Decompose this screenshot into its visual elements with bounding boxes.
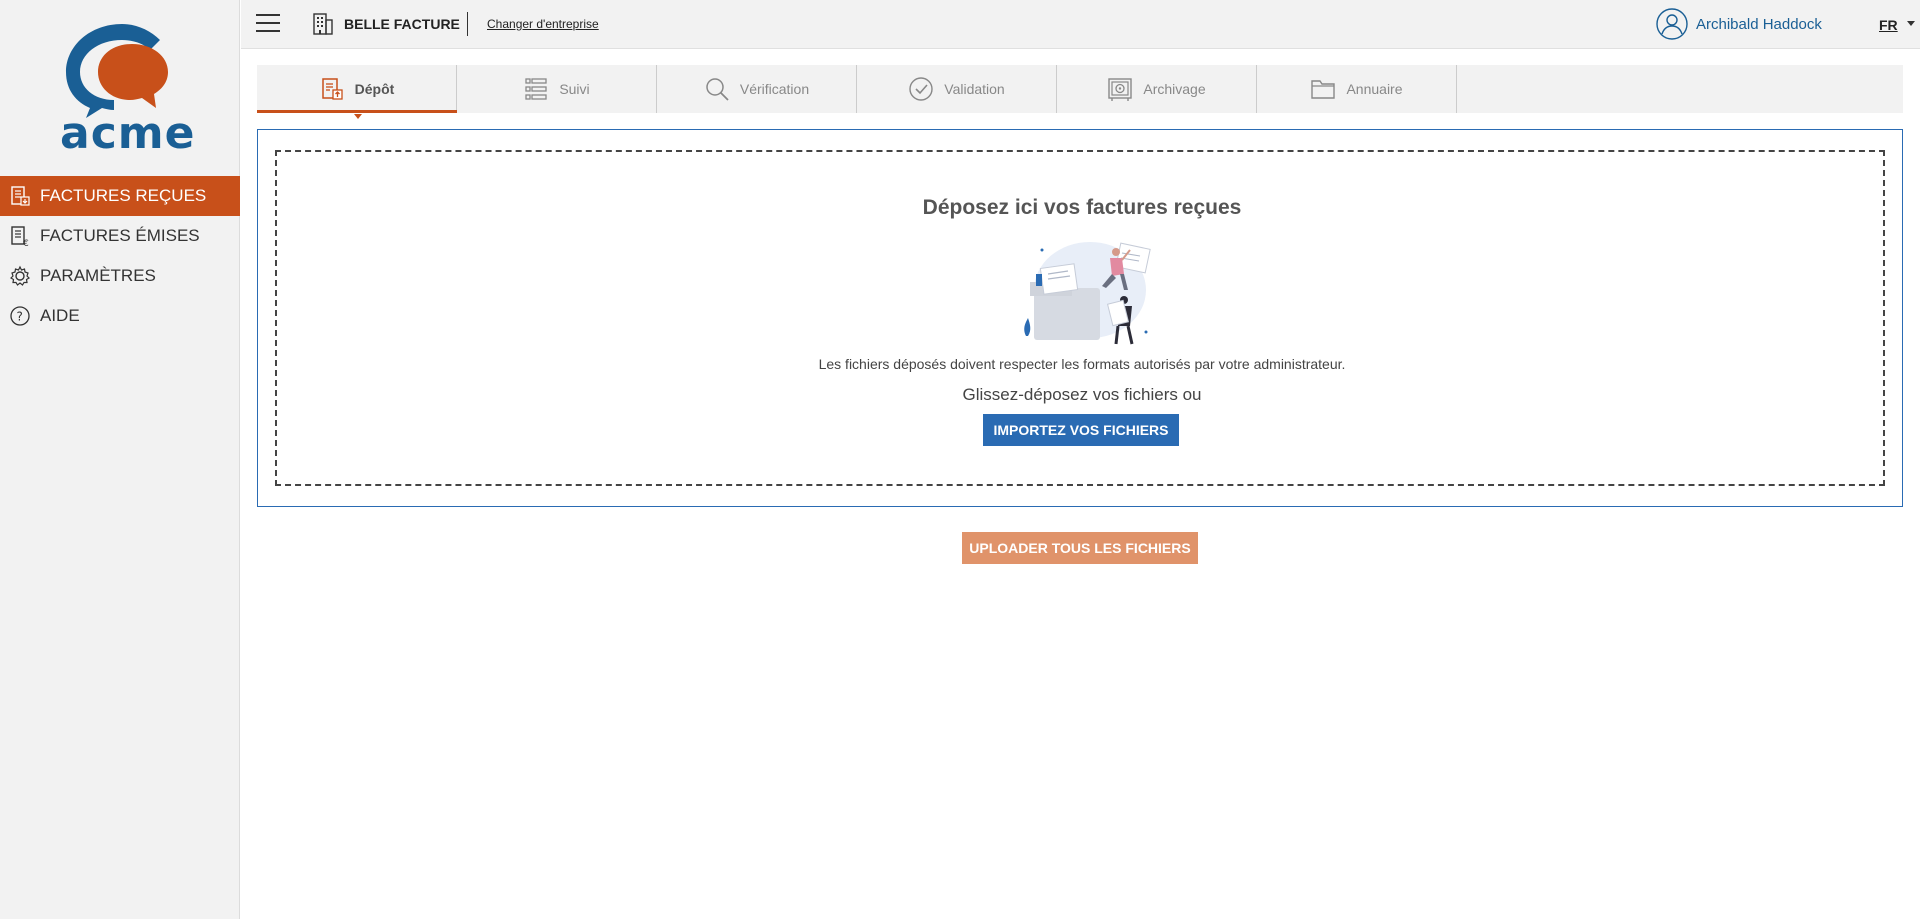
tab-label: Vérification — [739, 81, 810, 97]
tab-label: Archivage — [1143, 81, 1206, 97]
tab-label: Validation — [944, 81, 1005, 97]
sidebar-item-label: FACTURES REÇUES — [40, 186, 207, 205]
folder-icon — [1310, 76, 1336, 102]
tab-archivage[interactable]: Archivage — [1057, 65, 1257, 113]
sidebar-nav: FACTURES REÇUES € FACTURES ÉMISES PARAMÈ… — [0, 176, 240, 336]
logo-text: acme — [60, 108, 196, 159]
sidebar-item-label: AIDE — [40, 306, 80, 325]
sidebar: acme FACTURES REÇUES € FACTURES ÉMISES P… — [0, 0, 240, 919]
language-selector[interactable]: FR — [1879, 17, 1898, 33]
upload-all-files-button[interactable]: UPLOADER TOUS LES FICHIERS — [962, 532, 1198, 564]
sidebar-item-aide[interactable]: ? AIDE — [0, 296, 240, 336]
tab-annuaire[interactable]: Annuaire — [1257, 65, 1457, 113]
tab-depot[interactable]: Dépôt — [257, 65, 457, 119]
tab-label: Dépôt — [354, 81, 395, 97]
upload-illustration — [1012, 236, 1152, 356]
safe-icon — [1107, 76, 1133, 102]
issued-invoices-icon: € — [8, 224, 32, 248]
sidebar-item-factures-emises[interactable]: € FACTURES ÉMISES — [0, 216, 240, 256]
user-avatar-icon[interactable] — [1656, 8, 1688, 40]
settings-gear-icon — [8, 264, 32, 288]
user-name[interactable]: Archibald Haddock — [1696, 16, 1822, 33]
svg-text:€: € — [23, 239, 29, 247]
import-files-button[interactable]: IMPORTEZ VOS FICHIERS — [983, 414, 1179, 446]
sidebar-item-factures-recues[interactable]: FACTURES REÇUES — [0, 176, 240, 216]
workflow-tabs: Dépôt Suivi Vérification Validation Arch… — [257, 65, 1903, 119]
dropzone-dnd-text: Glissez-déposez vos fichiers ou — [962, 385, 1202, 404]
top-bar: BELLE FACTURE Changer d'entreprise Archi… — [241, 0, 1920, 49]
company-name: BELLE FACTURE — [344, 16, 460, 32]
sidebar-item-label: FACTURES ÉMISES — [40, 226, 200, 245]
tab-suivi[interactable]: Suivi — [457, 65, 657, 113]
svg-text:?: ? — [17, 310, 23, 324]
dropzone-info-text: Les fichiers déposés doivent respecter l… — [818, 356, 1346, 372]
building-icon — [311, 12, 335, 36]
change-company-link[interactable]: Changer d'entreprise — [487, 17, 599, 31]
divider — [467, 12, 468, 36]
sidebar-item-parametres[interactable]: PARAMÈTRES — [0, 256, 240, 296]
acme-logo[interactable]: acme — [60, 20, 196, 160]
list-icon — [523, 76, 549, 102]
logo-speech-bubbles-icon — [66, 24, 168, 118]
deposit-icon — [319, 76, 345, 102]
menu-hamburger-icon[interactable] — [256, 14, 280, 34]
invoice-dropzone-panel: Déposez ici vos factures reçues Les fich… — [257, 129, 1903, 507]
check-circle-icon — [908, 76, 934, 102]
tab-validation[interactable]: Validation — [857, 65, 1057, 113]
chevron-down-icon[interactable] — [1907, 21, 1915, 26]
search-icon — [704, 76, 730, 102]
active-tab-pointer — [354, 114, 362, 119]
received-invoices-icon — [8, 184, 32, 208]
help-icon: ? — [8, 304, 32, 328]
tab-verification[interactable]: Vérification — [657, 65, 857, 113]
sidebar-item-label: PARAMÈTRES — [40, 266, 156, 285]
file-drop-area[interactable]: Déposez ici vos factures reçues Les fich… — [275, 150, 1885, 486]
tab-label: Suivi — [559, 81, 590, 97]
tab-label: Annuaire — [1346, 81, 1403, 97]
dropzone-title: Déposez ici vos factures reçues — [922, 196, 1242, 219]
